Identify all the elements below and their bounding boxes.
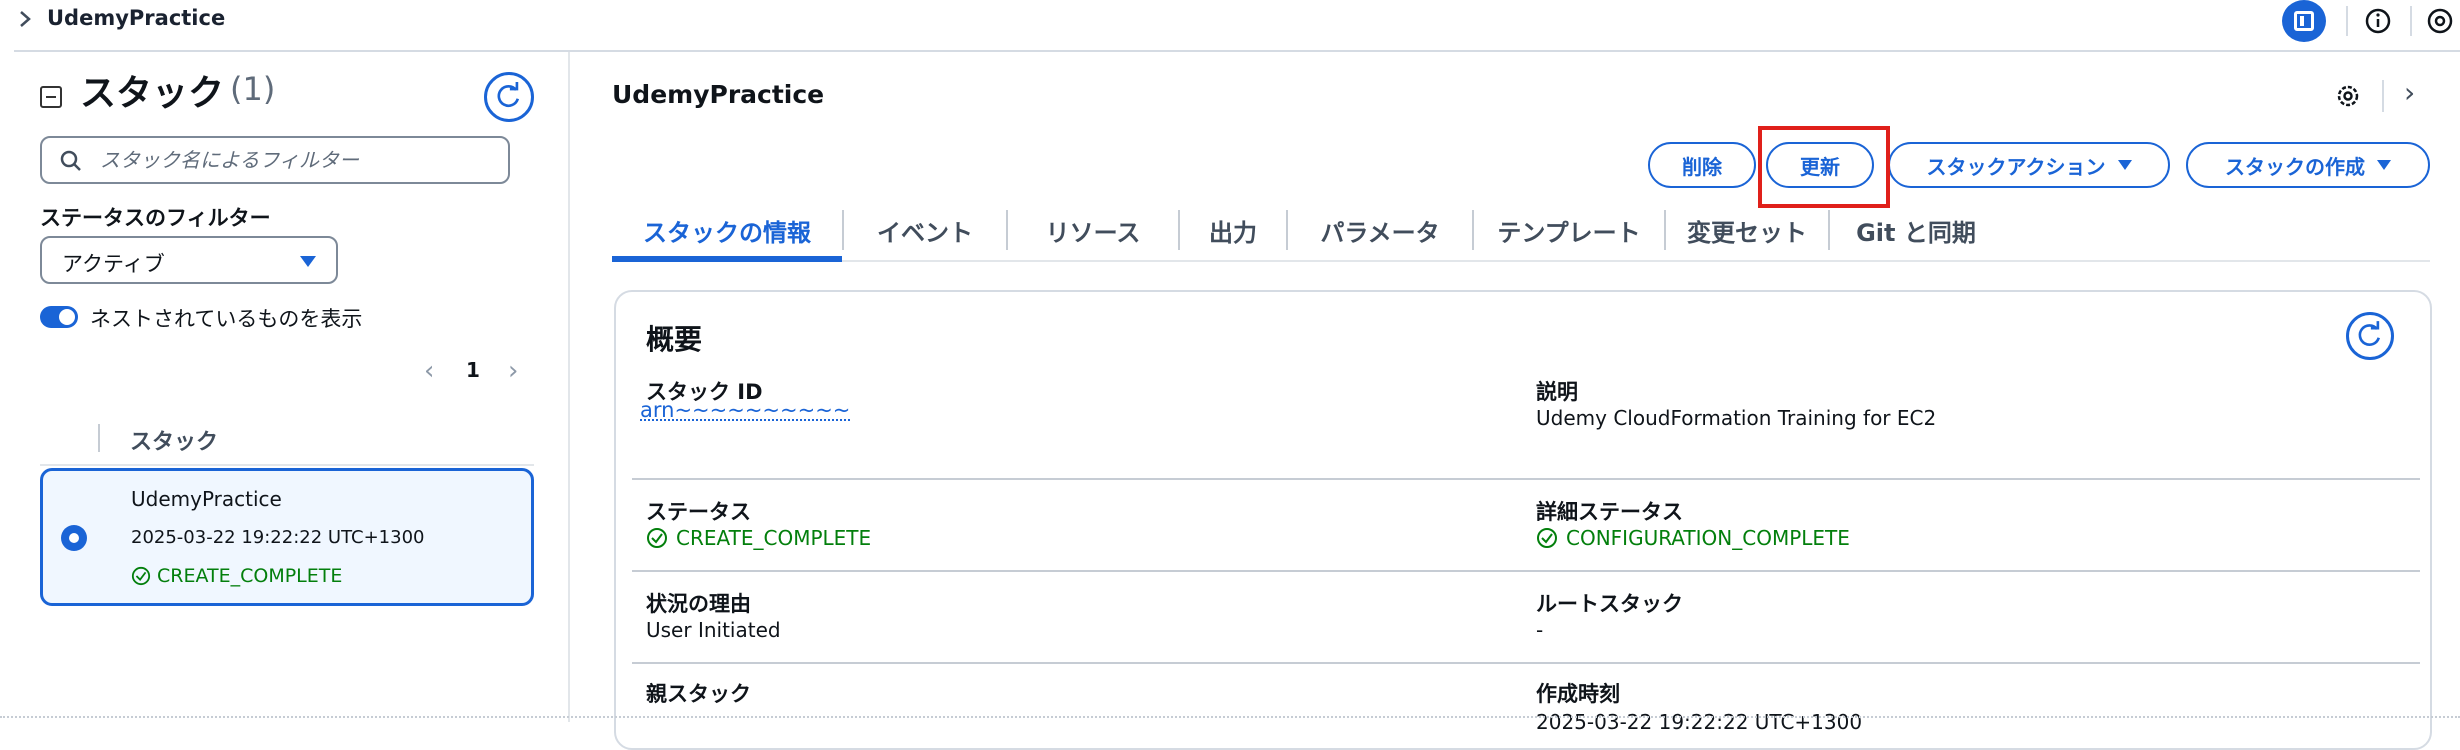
tab-events[interactable]: イベント (844, 200, 1006, 260)
delete-button[interactable]: 削除 (1648, 142, 1756, 188)
tab-git-sync[interactable]: Git と同期 (1830, 200, 2002, 260)
status-filter-value: アクティブ (62, 252, 165, 276)
panel-divider (568, 52, 570, 722)
created-time-value: 2025-03-22 19:22:22 UTC+1300 (1536, 710, 1863, 734)
caret-down-icon (2117, 160, 2132, 170)
collapse-icon[interactable] (40, 86, 62, 108)
divider (632, 570, 2420, 572)
root-stack-label: ルートスタック (1536, 592, 1683, 616)
detailed-status-label: 詳細ステータス (1536, 500, 1683, 524)
pager-prev-button[interactable]: ‹ (424, 356, 434, 386)
column-separator (98, 424, 100, 452)
panel-toggle-button[interactable] (2282, 0, 2326, 42)
divider (2410, 6, 2412, 36)
page-title: UdemyPractice (612, 80, 825, 109)
stack-status: CREATE_COMPLETE (131, 565, 342, 587)
reason-label: 状況の理由 (646, 592, 751, 616)
stack-created-time: 2025-03-22 19:22:22 UTC+1300 (131, 527, 425, 548)
stack-actions-label: スタックアクション (1926, 154, 2106, 179)
pager-page-number[interactable]: 1 (466, 358, 480, 382)
stack-count: (1) (230, 70, 276, 108)
overview-title: 概要 (646, 323, 703, 356)
reason-value: User Initiated (646, 618, 781, 642)
search-input[interactable] (98, 144, 498, 176)
caret-down-icon (2377, 160, 2391, 170)
security-icon[interactable] (2420, 2, 2460, 42)
check-circle-icon (131, 566, 151, 586)
stack-id-link[interactable]: arn~~~~~~~~~~ (640, 398, 850, 422)
stack-status-text: CREATE_COMPLETE (157, 565, 343, 587)
divider (632, 662, 2420, 664)
status-filter-label: ステータスのフィルター (40, 206, 271, 230)
info-icon[interactable] (2358, 2, 2398, 42)
breadcrumb-title: UdemyPractice (47, 6, 226, 30)
gear-icon[interactable] (2334, 82, 2362, 110)
tab-bar: スタックの情報 イベント リソース 出力 パラメータ テンプレート 変更セット … (612, 200, 2430, 262)
tab-parameters[interactable]: パラメータ (1288, 200, 1472, 260)
description-value: Udemy CloudFormation Training for EC2 (1536, 406, 1937, 430)
divider (2346, 6, 2348, 36)
tab-stack-info[interactable]: スタックの情報 (612, 200, 842, 260)
check-circle-icon (1537, 528, 1557, 548)
pager-next-button[interactable]: › (508, 356, 518, 386)
detailed-status-value: CONFIGURATION_COMPLETE (1536, 526, 1850, 550)
nested-toggle[interactable] (40, 306, 78, 328)
parent-stack-label: 親スタック (646, 682, 751, 706)
tab-outputs[interactable]: 出力 (1180, 200, 1286, 260)
stack-list-item[interactable]: UdemyPractice 2025-03-22 19:22:22 UTC+13… (40, 468, 534, 606)
chevron-right-icon[interactable]: › (2404, 76, 2415, 109)
check-circle-icon (647, 528, 667, 548)
create-stack-label: スタックの作成 (2225, 154, 2365, 179)
divider (2382, 80, 2384, 112)
divider (40, 464, 534, 466)
status-value: CREATE_COMPLETE (646, 526, 871, 550)
created-time-label: 作成時刻 (1536, 682, 1620, 706)
status-label: ステータス (646, 500, 751, 524)
stack-actions-button[interactable]: スタックアクション (1888, 142, 2170, 188)
active-tab-indicator (612, 256, 842, 262)
divider (612, 260, 2430, 262)
divider (14, 50, 2460, 52)
tab-change-sets[interactable]: 変更セット (1666, 200, 1828, 260)
refresh-icon[interactable] (2346, 312, 2394, 360)
refresh-icon[interactable] (484, 72, 534, 122)
delete-button-label: 削除 (1682, 154, 1722, 179)
description-label: 説明 (1536, 380, 1578, 404)
overview-panel: 概要 スタック ID arn~~~~~~~~~~ 説明 Udemy CloudF… (614, 290, 2432, 750)
column-header: スタック (130, 430, 219, 455)
tab-resources[interactable]: リソース (1008, 200, 1178, 260)
stack-name: UdemyPractice (131, 487, 282, 511)
search-field[interactable] (40, 136, 510, 184)
status-filter-select[interactable]: アクティブ (40, 236, 338, 284)
root-stack-value: - (1536, 618, 1544, 642)
detailed-status-text: CONFIGURATION_COMPLETE (1566, 526, 1850, 550)
highlight-annotation (1758, 126, 1890, 208)
top-bar: UdemyPractice (0, 0, 2460, 42)
status-text: CREATE_COMPLETE (676, 526, 872, 550)
caret-down-icon (300, 256, 316, 267)
divider (0, 716, 2460, 722)
nested-toggle-label: ネストされているものを表示 (90, 307, 363, 331)
chevron-right-icon[interactable] (14, 8, 36, 30)
create-stack-button[interactable]: スタックの作成 (2186, 142, 2430, 188)
stack-radio[interactable] (61, 525, 87, 551)
search-icon (60, 150, 81, 171)
tab-template[interactable]: テンプレート (1474, 200, 1664, 260)
divider (632, 478, 2420, 480)
panel-heading: スタック (80, 73, 225, 114)
